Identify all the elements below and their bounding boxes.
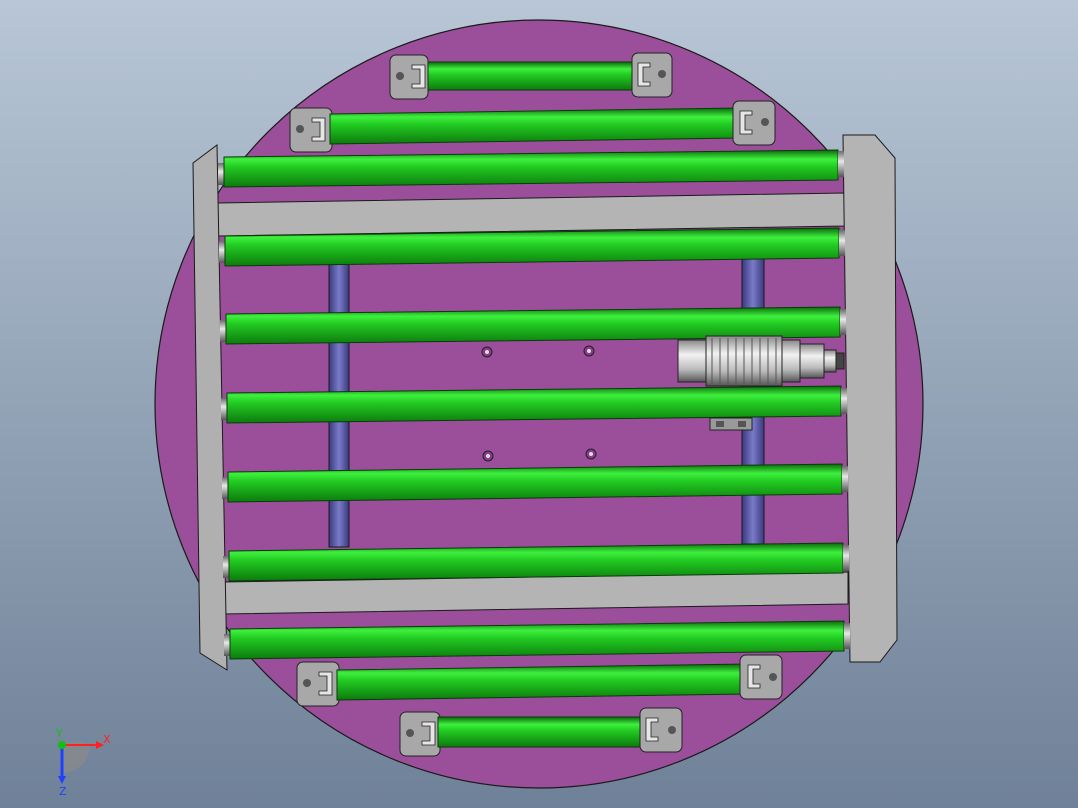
triad-x-label: X <box>103 733 111 746</box>
roller-1 <box>218 149 844 188</box>
cad-graphics-area[interactable]: X Y Z <box>0 0 1078 808</box>
cad-model-view[interactable]: X Y Z <box>0 0 1078 808</box>
triad-z-label: Z <box>59 785 67 798</box>
frame-side-right[interactable] <box>842 134 898 663</box>
roller-4 <box>221 385 847 424</box>
triad-y-label: Y <box>55 727 63 740</box>
